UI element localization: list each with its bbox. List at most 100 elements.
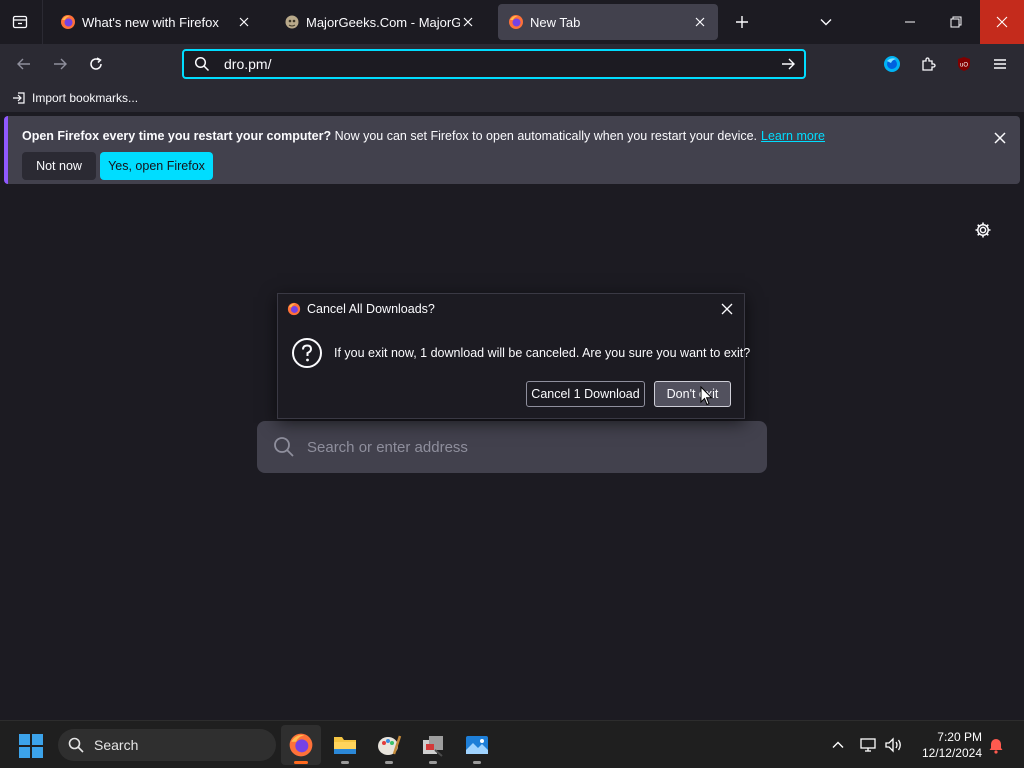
tab-separator (42, 0, 43, 44)
extensions-button[interactable] (914, 50, 942, 78)
taskbar-paint[interactable] (369, 725, 409, 765)
dont-exit-button[interactable]: Don't exit (654, 381, 731, 407)
taskbar-installer[interactable] (413, 725, 453, 765)
arrow-right-icon (54, 58, 67, 70)
import-bookmarks-label: Import bookmarks... (32, 91, 139, 105)
windows-start-icon[interactable] (18, 733, 44, 759)
taskbar-search-label: Search (94, 737, 139, 753)
cancel-downloads-dialog: Cancel All Downloads? If you exit now, 1… (277, 293, 750, 419)
clock-time: 7:20 PM (937, 730, 982, 744)
minimize-icon (905, 21, 915, 23)
tab-new-tab[interactable]: New Tab (498, 4, 718, 40)
firefox-view-button[interactable] (6, 8, 34, 36)
cancel-download-button[interactable]: Cancel 1 Download (526, 381, 645, 407)
new-tab-button[interactable] (728, 8, 756, 36)
import-bookmarks-item[interactable]: Import bookmarks... (12, 91, 138, 105)
running-indicator (294, 761, 308, 764)
ublock-origin-button[interactable]: uO (950, 50, 978, 78)
hamburger-menu-icon (994, 59, 1006, 69)
majorgeeks-icon (285, 15, 299, 29)
app-menu-button[interactable] (986, 50, 1014, 78)
speaker-icon (885, 737, 901, 753)
notifications-button[interactable] (986, 734, 1006, 756)
go-button[interactable] (774, 52, 802, 76)
volume-button[interactable] (883, 733, 905, 757)
firefox-icon (61, 15, 75, 29)
firefox-icon (289, 733, 313, 757)
banner-close-button[interactable] (988, 126, 1012, 150)
back-button[interactable] (10, 50, 38, 78)
yes-open-firefox-button[interactable]: Yes, open Firefox (100, 152, 213, 180)
close-icon (996, 16, 1008, 28)
show-hidden-icons-button[interactable] (828, 733, 848, 757)
taskbar-firefox[interactable] (281, 725, 321, 765)
chevron-up-icon (832, 741, 844, 748)
network-button[interactable] (858, 733, 880, 757)
address-bar[interactable]: dro.pm/ (182, 49, 806, 79)
tab-whats-new[interactable]: What's new with Firefox (50, 4, 262, 40)
svg-text:uO: uO (960, 63, 968, 69)
photos-icon (466, 736, 488, 754)
notification-banner: Open Firefox every time you restart your… (4, 116, 1020, 184)
taskbar-file-explorer[interactable] (325, 725, 365, 765)
list-all-tabs-button[interactable] (812, 8, 840, 36)
forward-button[interactable] (46, 50, 74, 78)
taskbar-photos[interactable] (457, 725, 497, 765)
banner-message: Open Firefox every time you restart your… (22, 129, 825, 143)
dialog-close-button[interactable] (716, 298, 738, 320)
close-tab-icon[interactable] (692, 14, 708, 30)
dialog-message: If you exit now, 1 download will be canc… (334, 346, 751, 360)
not-now-button[interactable]: Not now (22, 152, 96, 180)
search-icon (68, 737, 84, 753)
minimize-button[interactable] (888, 0, 932, 44)
close-window-button[interactable] (980, 0, 1024, 44)
search-icon (274, 437, 294, 457)
reload-button[interactable] (82, 50, 110, 78)
dialog-titlebar: Cancel All Downloads? (278, 294, 744, 324)
close-tab-icon[interactable] (236, 14, 252, 30)
reload-icon (90, 57, 102, 70)
search-icon (194, 56, 210, 72)
bell-icon (989, 739, 1003, 754)
taskbar-search[interactable]: Search (58, 729, 276, 761)
bookmarks-toolbar: Import bookmarks... (0, 84, 1024, 112)
close-icon (721, 303, 733, 315)
arrow-left-icon (17, 58, 30, 70)
dialog-title: Cancel All Downloads? (307, 302, 435, 316)
puzzle-icon (922, 57, 936, 71)
firefox-account-icon (884, 56, 900, 72)
network-icon (860, 738, 876, 752)
mouse-cursor-icon (700, 386, 713, 406)
running-indicator (385, 761, 393, 764)
restore-button[interactable] (934, 0, 978, 44)
clock[interactable]: 7:20 PM 12/12/2024 (912, 729, 982, 761)
paint-icon (378, 735, 402, 755)
restore-icon (950, 16, 962, 28)
plus-icon (736, 16, 748, 28)
running-indicator (473, 761, 481, 764)
question-icon (292, 338, 322, 368)
tab-strip: What's new with Firefox MajorGeeks.Com -… (0, 0, 1024, 44)
banner-text: Now you can set Firefox to open automati… (331, 129, 758, 143)
clock-date: 12/12/2024 (921, 746, 982, 760)
running-indicator (341, 761, 349, 764)
chevron-down-icon (820, 19, 832, 26)
arrow-right-icon (782, 58, 795, 70)
import-icon (13, 92, 25, 104)
tab-majorgeeks[interactable]: MajorGeeks.Com - MajorGeeks (274, 4, 486, 40)
file-explorer-icon (334, 737, 356, 754)
tab-title: New Tab (530, 14, 581, 30)
banner-title: Open Firefox every time you restart your… (22, 129, 332, 143)
gear-icon (975, 222, 991, 238)
account-button[interactable] (878, 50, 906, 78)
close-tab-icon[interactable] (460, 14, 476, 30)
installer-icon (423, 736, 443, 757)
running-indicator (429, 761, 437, 764)
customize-newtab-button[interactable] (971, 218, 995, 242)
learn-more-link[interactable]: Learn more (761, 129, 825, 143)
url-text[interactable]: dro.pm/ (224, 56, 774, 72)
newtab-search-box[interactable]: Search or enter address (257, 421, 767, 473)
ublock-origin-icon: uO (958, 57, 970, 71)
firefox-icon (509, 15, 523, 29)
tab-title: MajorGeeks.Com - MajorGeeks (306, 14, 460, 30)
